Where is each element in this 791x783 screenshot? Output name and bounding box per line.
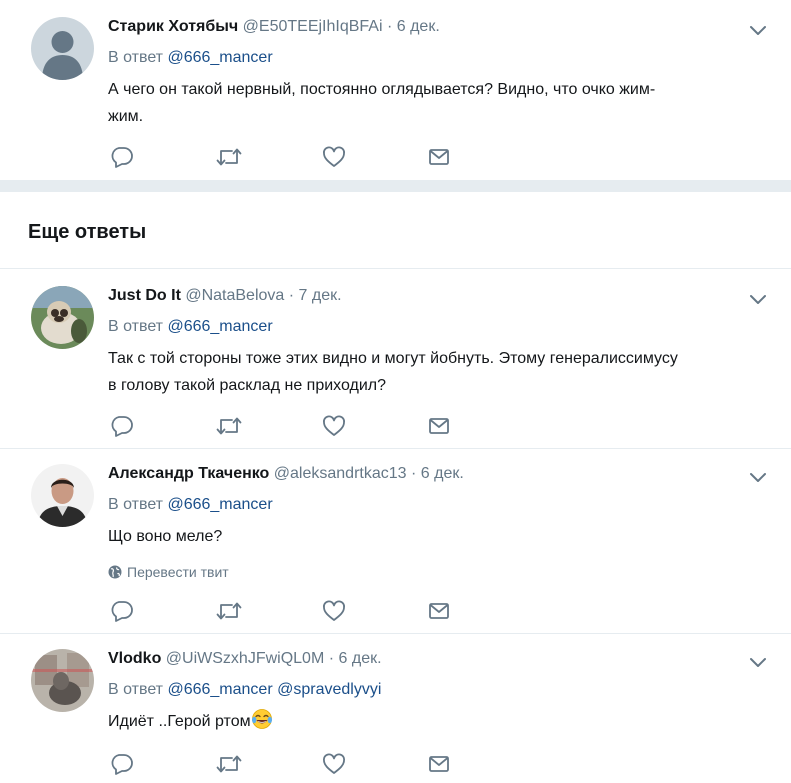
- envelope-icon: [429, 149, 449, 165]
- tweet-text: А чего он такой нервный, постоянно огляд…: [108, 76, 751, 130]
- tweet-card[interactable]: Александр Ткаченко @aleksandrtkac13 · 6 …: [0, 449, 791, 634]
- user-handle[interactable]: @E50TEEjIhIqBFAi: [243, 18, 383, 35]
- tweet-text-line: А чего он такой нервный, постоянно огляд…: [108, 81, 656, 98]
- section-title: Еще ответы: [28, 221, 147, 243]
- tweet-header: Александр Ткаченко @aleksandrtkac13 · 6 …: [108, 464, 751, 484]
- like-button[interactable]: [322, 600, 428, 622]
- reply-prefix: В ответ: [108, 318, 164, 335]
- retweet-icon: [216, 755, 242, 773]
- timestamp[interactable]: 6 дек.: [397, 18, 440, 35]
- heart-icon: [323, 415, 345, 436]
- like-button[interactable]: [322, 753, 428, 775]
- reply-context: В ответ @666_mancer: [108, 317, 751, 337]
- section-divider: [0, 180, 791, 192]
- chevron-down-icon[interactable]: [749, 21, 767, 39]
- display-name[interactable]: Just Do It: [108, 287, 181, 304]
- separator-dot: ·: [288, 287, 295, 304]
- tweet-card[interactable]: Старик Хотябыч @E50TEEjIhIqBFAi · 6 дек.…: [0, 0, 791, 180]
- tweet-text-line: в голову такой расклад не приходил?: [108, 377, 387, 394]
- mention-link[interactable]: @666_mancer: [167, 681, 272, 698]
- reply-icon: [111, 416, 133, 437]
- chevron-down-icon[interactable]: [749, 653, 767, 671]
- reply-context: В ответ @666_mancer: [108, 48, 751, 68]
- tweet-actions: [110, 753, 534, 775]
- dm-button[interactable]: [428, 753, 534, 775]
- face-with-tears-of-joy-emoji: [251, 709, 272, 729]
- globe-icon: [108, 565, 122, 579]
- avatar[interactable]: [31, 17, 94, 80]
- separator-dot: ·: [411, 465, 417, 482]
- timestamp[interactable]: 6 дек.: [339, 650, 382, 667]
- reply-button[interactable]: [110, 146, 216, 168]
- user-handle[interactable]: @aleksandrtkac13: [274, 465, 407, 482]
- tweet-actions: [110, 146, 534, 168]
- reply-button[interactable]: [110, 753, 216, 775]
- mention-link[interactable]: @spravedlyvyi: [277, 681, 381, 698]
- retweet-button[interactable]: [216, 753, 322, 775]
- retweet-icon: [216, 417, 242, 435]
- heart-icon: [323, 600, 345, 621]
- translate-label[interactable]: Перевести твит: [127, 564, 229, 580]
- retweet-icon: [216, 148, 242, 166]
- retweet-icon: [216, 602, 242, 620]
- tweet-text: Що воно меле?: [108, 523, 751, 550]
- reply-icon: [111, 147, 133, 168]
- tweet-text-line: Що воно меле?: [108, 528, 223, 545]
- separator-dot: ·: [328, 650, 335, 667]
- avatar[interactable]: [31, 649, 94, 712]
- reply-prefix: В ответ: [108, 49, 164, 66]
- display-name[interactable]: Vlodko: [108, 650, 161, 667]
- heart-icon: [323, 753, 345, 774]
- tweet-header: Старик Хотябыч @E50TEEjIhIqBFAi · 6 дек.: [108, 17, 751, 37]
- dm-button[interactable]: [428, 415, 534, 437]
- like-button[interactable]: [322, 415, 428, 437]
- tweet-text-line: жим.: [108, 108, 144, 125]
- reply-prefix: В ответ: [108, 681, 164, 698]
- tweet-card[interactable]: Vlodko @UiWSzxhJFwiQL0M · 6 дек. В ответ…: [0, 634, 791, 783]
- envelope-icon: [429, 603, 449, 619]
- reply-icon: [111, 754, 133, 775]
- translate-link[interactable]: Перевести твит: [108, 564, 751, 580]
- dm-button[interactable]: [428, 600, 534, 622]
- like-button[interactable]: [322, 146, 428, 168]
- chevron-down-icon[interactable]: [749, 468, 767, 486]
- display-name[interactable]: Старик Хотябыч: [108, 18, 238, 35]
- reply-context: В ответ @666_mancer @spravedlyvyi: [108, 680, 751, 700]
- tweet-header: Just Do It @NataBelova · 7 дек.: [108, 286, 751, 306]
- reply-button[interactable]: [110, 415, 216, 437]
- envelope-icon: [429, 756, 449, 772]
- retweet-button[interactable]: [216, 146, 322, 168]
- reply-prefix: В ответ: [108, 496, 164, 513]
- heart-icon: [323, 146, 345, 167]
- tweet-text: Идиёт ..Герой ртом: [108, 708, 751, 735]
- mention-link[interactable]: @666_mancer: [167, 49, 272, 66]
- retweet-button[interactable]: [216, 600, 322, 622]
- chevron-down-icon[interactable]: [749, 290, 767, 308]
- tweet-text: Так с той стороны тоже этих видно и могу…: [108, 345, 751, 399]
- tweet-text-line: Так с той стороны тоже этих видно и могу…: [108, 350, 678, 367]
- timestamp[interactable]: 6 дек.: [421, 465, 464, 482]
- timestamp[interactable]: 7 дек.: [299, 287, 342, 304]
- retweet-button[interactable]: [216, 415, 322, 437]
- reply-button[interactable]: [110, 600, 216, 622]
- tweet-text-line: Идиёт ..Герой ртом: [108, 713, 251, 730]
- separator-dot: ·: [386, 18, 393, 35]
- tweet-actions: [110, 600, 534, 622]
- dm-button[interactable]: [428, 146, 534, 168]
- avatar[interactable]: [31, 286, 94, 349]
- user-handle[interactable]: @UiWSzxhJFwiQL0M: [166, 650, 324, 667]
- mention-link[interactable]: @666_mancer: [167, 496, 272, 513]
- user-handle[interactable]: @NataBelova: [185, 287, 284, 304]
- display-name[interactable]: Александр Ткаченко: [108, 465, 269, 482]
- envelope-icon: [429, 418, 449, 434]
- mention-link[interactable]: @666_mancer: [167, 318, 272, 335]
- reply-context: В ответ @666_mancer: [108, 495, 751, 515]
- avatar[interactable]: [31, 464, 94, 527]
- tweet-card[interactable]: Just Do It @NataBelova · 7 дек. В ответ …: [0, 269, 791, 449]
- reply-icon: [111, 601, 133, 622]
- tweet-actions: [110, 415, 534, 437]
- tweet-header: Vlodko @UiWSzxhJFwiQL0M · 6 дек.: [108, 649, 751, 669]
